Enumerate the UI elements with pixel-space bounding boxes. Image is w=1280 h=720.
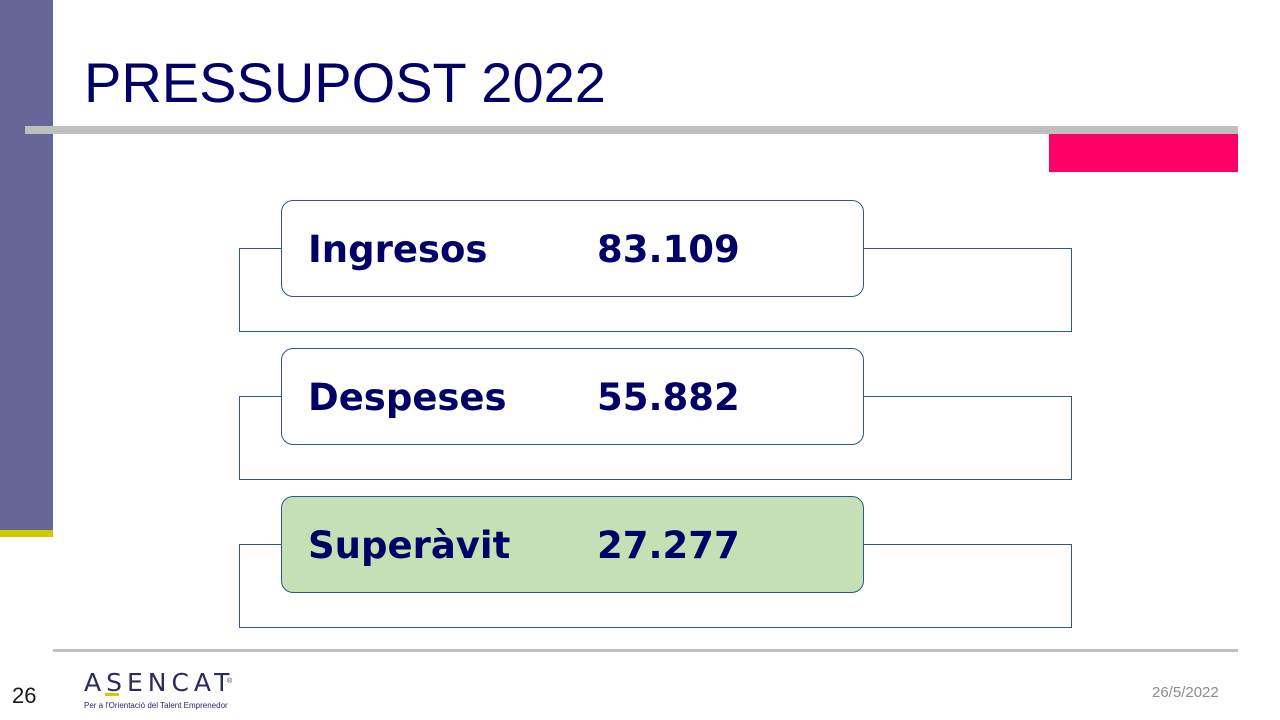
budget-row-superavit: Superàvit 27.277: [0, 496, 1280, 628]
row-card: Despeses 55.882: [281, 348, 864, 445]
budget-row-despeses: Despeses 55.882: [0, 348, 1280, 480]
logo-tagline: Per a l'Orientació del Talent Emprenedor: [84, 701, 228, 710]
slide-title: PRESSUPOST 2022: [84, 51, 606, 114]
title-divider: [25, 126, 1238, 134]
logo-underline: [105, 693, 119, 696]
slide-date: 26/5/2022: [1152, 684, 1219, 701]
budget-row-ingresos: Ingresos 83.109: [0, 200, 1280, 332]
row-label: Superàvit: [308, 524, 511, 567]
footer-divider: [53, 649, 1238, 652]
page-number: 26: [12, 683, 37, 708]
row-card: Ingresos 83.109: [281, 200, 864, 297]
slide: PRESSUPOST 2022 Ingresos 83.109 Despeses…: [0, 0, 1280, 720]
row-value: 55.882: [597, 376, 740, 419]
row-label: Despeses: [308, 376, 507, 419]
row-value: 83.109: [597, 228, 740, 271]
row-value: 27.277: [597, 524, 740, 567]
asencat-logo: ASENCAT ® Per a l'Orientació del Talent …: [84, 668, 244, 714]
logo-registered-mark: ®: [227, 678, 233, 685]
row-card-highlight: Superàvit 27.277: [281, 496, 864, 593]
accent-block: [1049, 134, 1238, 172]
row-label: Ingresos: [308, 228, 488, 271]
